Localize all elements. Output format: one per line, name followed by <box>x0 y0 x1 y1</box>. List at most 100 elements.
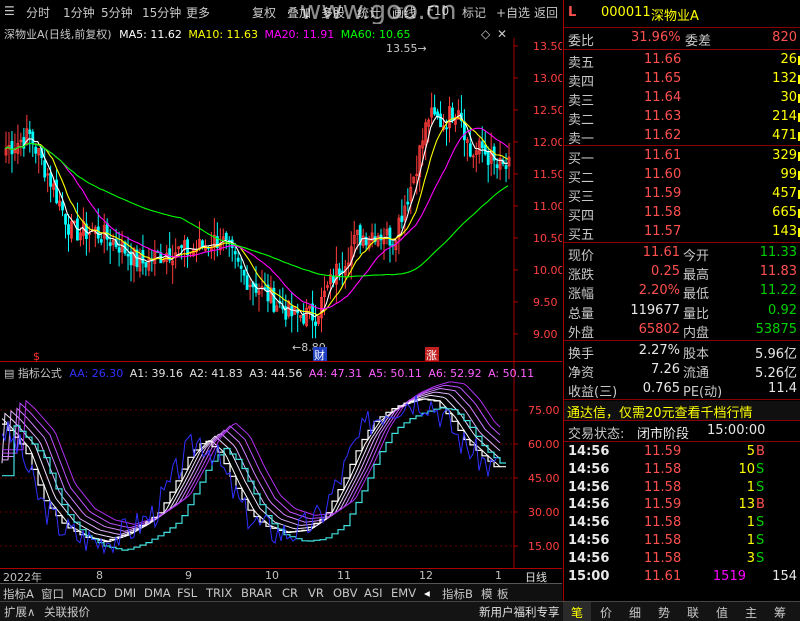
tab-obv[interactable]: OBV <box>333 586 357 600</box>
price-tick-label: 13.00 <box>533 72 562 85</box>
tab-asi[interactable]: ASI <box>364 586 383 600</box>
tab-vr[interactable]: VR <box>308 586 324 600</box>
expand-button[interactable]: 扩展∧ <box>4 604 35 620</box>
candle-body <box>144 262 148 268</box>
axis-label-nov: 11 <box>337 569 351 582</box>
tab-window[interactable]: 窗口 <box>41 586 64 602</box>
tab-fsl[interactable]: FSL <box>177 586 197 600</box>
event-mark-limitup: 涨 <box>426 349 437 362</box>
ask-row[interactable]: 卖一 11.62 471 <box>564 127 800 147</box>
tab-template[interactable]: 模 <box>481 586 493 602</box>
level-badge: L <box>568 5 577 20</box>
stock-name: 深物业A <box>651 9 699 24</box>
tab-macd[interactable]: MACD <box>72 586 106 600</box>
tab-dmi[interactable]: DMI <box>114 586 136 600</box>
bid-row[interactable]: 买四 11.58 665 <box>564 204 800 224</box>
ask-row[interactable]: 卖三 11.64 30 <box>564 89 800 109</box>
candle-body <box>245 275 249 290</box>
indicator-tick-label: 45.00 <box>528 472 560 485</box>
tab-board[interactable]: 板 <box>497 586 509 602</box>
event-mark-report: 财 <box>314 348 325 362</box>
tab-emv[interactable]: EMV <box>391 586 416 600</box>
candle-body <box>28 129 32 134</box>
back-button[interactable]: 返回 <box>534 4 558 21</box>
candle-body <box>400 215 404 223</box>
fundamental-row: 换手 2.27% 股本 5.96亿 <box>568 343 797 362</box>
bid-row[interactable]: 买一 11.61 329 <box>564 147 800 167</box>
a2-legend: A2: 41.83 <box>189 367 243 380</box>
bid-row[interactable]: 买五 11.57 143 <box>564 223 800 243</box>
candle-body <box>117 247 121 253</box>
candle-body <box>55 179 58 204</box>
indicator-chart[interactable]: 75.00 60.00 45.00 30.00 15.00 ▤ 指标公式 AA: 26.… <box>0 362 562 568</box>
quick-tab-value[interactable]: 值 <box>716 604 728 621</box>
candle-body <box>468 143 472 157</box>
scroll-left-icon[interactable]: ◂ <box>424 586 430 600</box>
diamond-icon[interactable]: ◇ <box>481 27 490 41</box>
new-user-promo[interactable]: 新用户福利专享 <box>479 604 560 620</box>
quick-tab-trend[interactable]: 势 <box>658 604 670 621</box>
tab-15min[interactable]: 15分钟 <box>142 4 181 21</box>
date-axis: 2022年 8 9 10 11 12 1 日线 <box>0 568 562 584</box>
candle-body <box>480 141 484 149</box>
tab-trix[interactable]: TRIX <box>206 586 232 600</box>
quote-stat-row: 涨幅 2.20% 最低 11.22 <box>568 283 797 303</box>
tab-fenshi[interactable]: 分时 <box>26 4 50 21</box>
add-watchlist-button[interactable]: +自选 <box>496 4 530 21</box>
fuquan-button[interactable]: 复权 <box>252 4 276 21</box>
kline-chart[interactable]: 13.50 13.00 12.50 12.00 11.50 11.00 10.50 10.00… <box>0 24 562 362</box>
tab-brar[interactable]: BRAR <box>241 586 272 600</box>
candle-body <box>224 232 228 240</box>
price-tick-label: 9.50 <box>533 296 558 309</box>
stock-legend: 深物业A(日线,前复权) <box>4 28 112 41</box>
ask-row[interactable]: 卖五 11.66 26 <box>564 51 800 71</box>
tab-dma[interactable]: DMA <box>144 586 171 600</box>
price-tick-label: 9.00 <box>533 328 558 341</box>
quick-tab-linked[interactable]: 联 <box>687 604 699 621</box>
candle-body <box>34 146 38 154</box>
mark-button[interactable]: 标记 <box>462 4 486 21</box>
candle-body <box>43 160 47 178</box>
bid-row[interactable]: 买三 11.59 457 <box>564 185 800 205</box>
candle-body <box>406 201 410 205</box>
quick-tab-detail[interactable]: 细 <box>629 604 641 621</box>
ma10-legend: MA10: 11.63 <box>188 28 259 41</box>
quick-tab-price[interactable]: 价 <box>600 604 612 621</box>
tick-row: 14:56 11.58 10 S <box>568 461 765 477</box>
indicator-svg: 75.00 60.00 45.00 30.00 15.00 <box>0 362 562 568</box>
quick-tabs: 笔 价 细 势 联 值 主 筹 <box>563 602 800 621</box>
bid-row[interactable]: 买二 11.60 99 <box>564 166 800 186</box>
tab-1min[interactable]: 1分钟 <box>63 4 95 21</box>
price-tick-label: 13.50 <box>533 40 562 53</box>
watermark: www.goo.cn <box>300 0 457 26</box>
quick-tab-chips[interactable]: 筹 <box>774 604 786 621</box>
quote-stat-row: 涨跌 0.25 最高 11.83 <box>568 264 797 284</box>
candle-body <box>314 321 317 326</box>
price-tick-label: 12.50 <box>533 104 562 117</box>
tab-indicator-a[interactable]: 指标A <box>3 586 34 602</box>
tab-5min[interactable]: 5分钟 <box>101 4 133 21</box>
chart-icon[interactable]: ▤ <box>4 367 14 380</box>
tick-row: 14:56 11.59 5 B <box>568 444 765 459</box>
quick-tab-ticks[interactable]: 笔 <box>571 604 583 621</box>
promo-banner[interactable]: 通达信，仅需20元查看千档行情 <box>564 401 800 421</box>
candle-body <box>49 172 53 187</box>
indicator-tick-label: 75.00 <box>528 404 560 417</box>
candle-body <box>388 227 392 246</box>
axis-label-jan: 1 <box>495 569 502 582</box>
tab-indicator-b[interactable]: 指标B <box>442 586 473 602</box>
kline-legend: 深物业A(日线,前复权) MA5: 11.62 MA10: 11.63 MA20… <box>4 26 410 42</box>
tab-more[interactable]: 更多 <box>186 4 210 21</box>
a1-legend: A1: 39.16 <box>129 367 183 380</box>
high-price-label: 13.55→ <box>386 42 427 55</box>
menu-icon[interactable]: ☰ <box>4 4 15 18</box>
ask-row[interactable]: 卖四 11.65 132 <box>564 70 800 90</box>
quick-tab-main[interactable]: 主 <box>745 604 757 621</box>
indicator-name[interactable]: 指标公式 <box>18 367 62 380</box>
ma5-legend: MA5: 11.62 <box>119 28 182 41</box>
close-icon[interactable]: ✕ <box>497 27 507 41</box>
candle-body <box>10 141 14 155</box>
linked-quote-button[interactable]: 关联报价 <box>44 604 90 620</box>
tab-cr[interactable]: CR <box>282 586 298 600</box>
ask-row[interactable]: 卖二 11.63 214 <box>564 108 800 128</box>
